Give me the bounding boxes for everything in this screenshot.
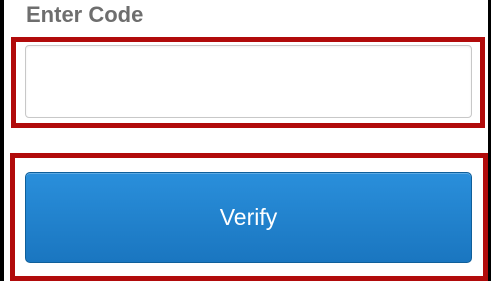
verify-button-highlight — [10, 153, 488, 281]
code-input-highlight — [11, 37, 485, 128]
enter-code-label: Enter Code — [26, 2, 144, 27]
window-left-edge — [0, 0, 4, 281]
